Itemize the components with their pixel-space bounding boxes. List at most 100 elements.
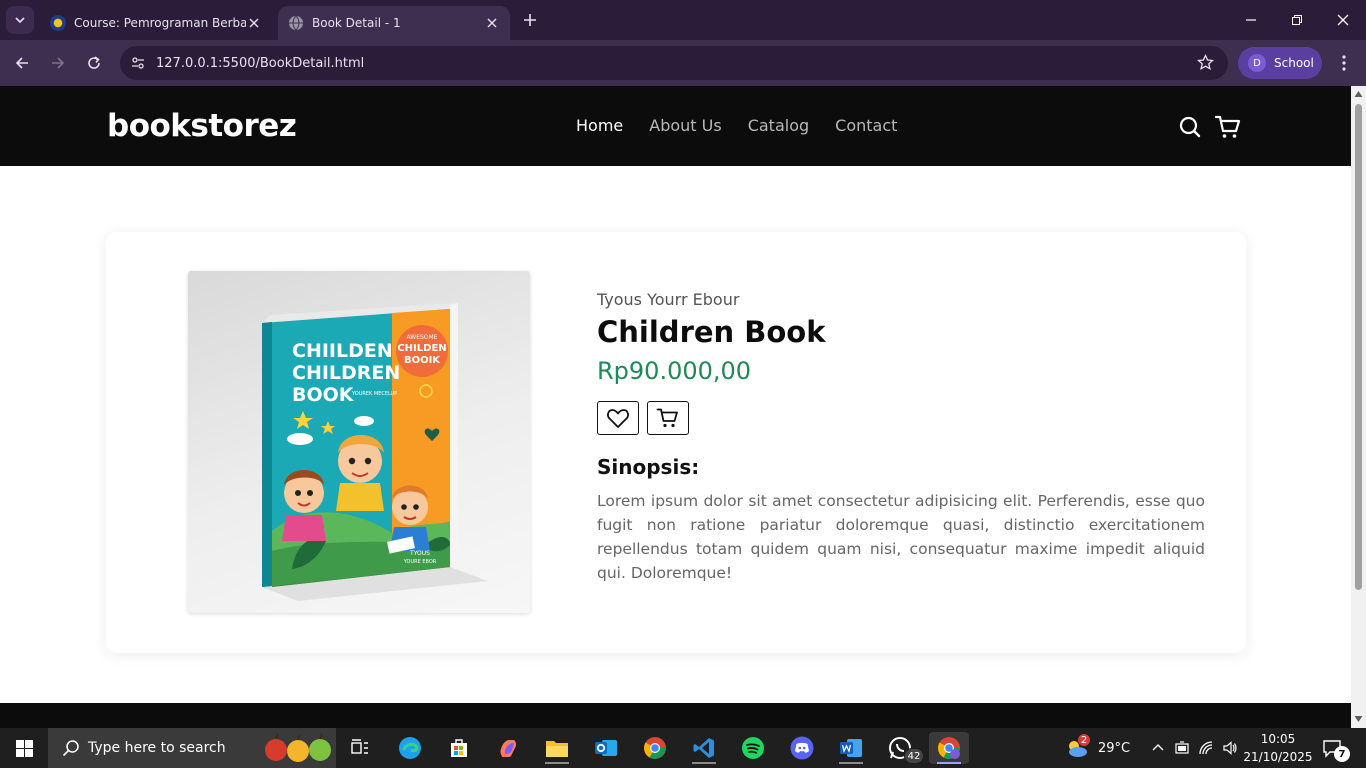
chrome-icon	[644, 737, 666, 759]
nav-about-us[interactable]: About Us	[649, 116, 721, 135]
task-view-button[interactable]	[340, 732, 380, 764]
volume-icon[interactable]	[1222, 740, 1238, 756]
weather-widget[interactable]: 2 29°C	[1064, 728, 1130, 768]
whatsapp-unread-badge: 42	[904, 748, 924, 764]
avatar: D	[1248, 54, 1266, 72]
page-scrollbar[interactable]	[1351, 86, 1366, 728]
taskbar-clock[interactable]: 10:05 21/10/2025	[1240, 730, 1316, 766]
start-button[interactable]	[0, 728, 48, 768]
more-vertical-icon	[1342, 55, 1346, 71]
address-bar[interactable]: 127.0.0.1:5500/BookDetail.html	[120, 46, 1228, 80]
tab-search-button[interactable]	[6, 6, 34, 34]
university-logo-icon	[50, 15, 66, 31]
folder-icon	[546, 741, 568, 757]
taskbar-copilot[interactable]	[488, 732, 528, 764]
notification-center-button[interactable]: 7	[1322, 728, 1350, 768]
cover-title-line: CHILDREN	[292, 362, 400, 384]
cart-icon	[656, 408, 678, 428]
nav-contact[interactable]: Contact	[835, 116, 897, 135]
taskbar-file-explorer[interactable]	[537, 732, 577, 764]
vscode-icon	[693, 738, 714, 758]
nav-catalog[interactable]: Catalog	[748, 116, 809, 135]
scroll-up-icon[interactable]	[1354, 90, 1363, 98]
book-detail-card: AWESOME CHILDEN BOOIK CHIILDEN CHILDREN …	[106, 232, 1246, 653]
new-tab-button[interactable]	[518, 8, 542, 32]
reload-button[interactable]	[82, 51, 106, 75]
restore-icon	[1292, 15, 1302, 25]
taskbar-store[interactable]	[439, 732, 479, 764]
windows-taskbar: Type here to search 42 2 29°C 10:05 21/1…	[0, 728, 1366, 768]
taskbar-spotify[interactable]	[733, 732, 773, 764]
synopsis-heading: Sinopsis:	[597, 455, 700, 479]
store-icon	[451, 739, 467, 757]
arrow-left-icon	[15, 57, 28, 69]
task-view-icon	[351, 739, 368, 754]
nav-home[interactable]: Home	[576, 116, 623, 135]
taskbar-discord[interactable]	[782, 732, 822, 764]
running-indicator	[545, 762, 569, 764]
add-to-cart-button[interactable]	[647, 401, 689, 435]
profile-label: School	[1274, 56, 1314, 70]
cover-badge-line: BOOIK	[404, 355, 441, 366]
close-tab-icon[interactable]	[484, 15, 500, 31]
globe-icon	[288, 15, 304, 31]
site-footer	[0, 703, 1351, 728]
close-tab-icon[interactable]	[246, 15, 262, 31]
cover-subtitle: YOUREK MECELUP	[351, 391, 397, 397]
forward-button[interactable]	[46, 51, 70, 75]
chevron-down-icon	[15, 17, 25, 24]
book-cover-image: AWESOME CHILDEN BOOIK CHIILDEN CHILDREN …	[188, 271, 530, 613]
wifi-icon[interactable]	[1198, 740, 1214, 756]
tab-book-detail[interactable]: Book Detail - 1	[278, 6, 510, 40]
clock-date: 21/10/2025	[1243, 750, 1313, 764]
temperature: 29°C	[1098, 740, 1131, 756]
minimize-button[interactable]	[1228, 0, 1274, 40]
cover-title-line: CHIILDEN	[292, 340, 393, 362]
close-icon	[1337, 14, 1349, 26]
book-author: Tyous Yourr Ebour	[597, 290, 740, 309]
taskbar-outlook[interactable]	[586, 732, 626, 764]
taskbar-chrome[interactable]	[635, 732, 675, 764]
windows-logo-icon	[15, 739, 33, 757]
page-viewport: bookstorez Home About Us Catalog Contact	[0, 86, 1351, 728]
system-tray	[1150, 728, 1238, 768]
plus-icon	[524, 14, 536, 26]
tab-title: Course: Pemrograman Berbasis	[74, 16, 246, 30]
chrome-icon	[938, 737, 960, 759]
fruit-illustration-icon	[265, 733, 331, 762]
battery-icon[interactable]	[1174, 740, 1190, 756]
taskbar-word[interactable]	[831, 732, 871, 764]
profile-button[interactable]: D School	[1238, 47, 1322, 79]
taskbar-vscode[interactable]	[684, 732, 724, 764]
wishlist-button[interactable]	[597, 401, 639, 435]
browser-menu-button[interactable]	[1332, 51, 1356, 75]
restore-button[interactable]	[1274, 0, 1320, 40]
taskbar-whatsapp[interactable]: 42	[880, 732, 924, 764]
cover-badge-line: AWESOME	[407, 334, 438, 341]
running-indicator	[839, 762, 863, 764]
brand-logo[interactable]: bookstorez	[107, 108, 297, 144]
running-indicator	[692, 762, 716, 764]
word-icon	[840, 739, 862, 757]
back-button[interactable]	[10, 51, 34, 75]
tab-course[interactable]: Course: Pemrograman Berbasis	[40, 6, 272, 40]
chevron-up-icon[interactable]	[1150, 740, 1166, 756]
tab-title: Book Detail - 1	[312, 16, 401, 30]
taskbar-chrome-profile[interactable]	[929, 732, 969, 764]
scroll-down-icon[interactable]	[1354, 715, 1363, 723]
search-icon[interactable]	[1177, 114, 1203, 140]
spotify-icon	[742, 737, 764, 759]
bookmark-star-icon[interactable]	[1196, 53, 1215, 75]
url-text[interactable]: 127.0.0.1:5500/BookDetail.html	[156, 56, 364, 71]
close-window-button[interactable]	[1320, 0, 1366, 40]
site-info-icon[interactable]	[130, 55, 146, 71]
reload-icon	[88, 56, 100, 69]
taskbar-edge[interactable]	[390, 732, 430, 764]
cart-icon[interactable]	[1214, 114, 1241, 140]
minimize-icon	[1246, 19, 1256, 21]
scrollbar-thumb[interactable]	[1355, 104, 1362, 590]
discord-icon	[790, 736, 814, 760]
cover-author-line: TYOUS	[409, 550, 430, 557]
taskbar-search-box[interactable]: Type here to search	[48, 728, 336, 768]
book-title: Children Book	[597, 315, 826, 349]
